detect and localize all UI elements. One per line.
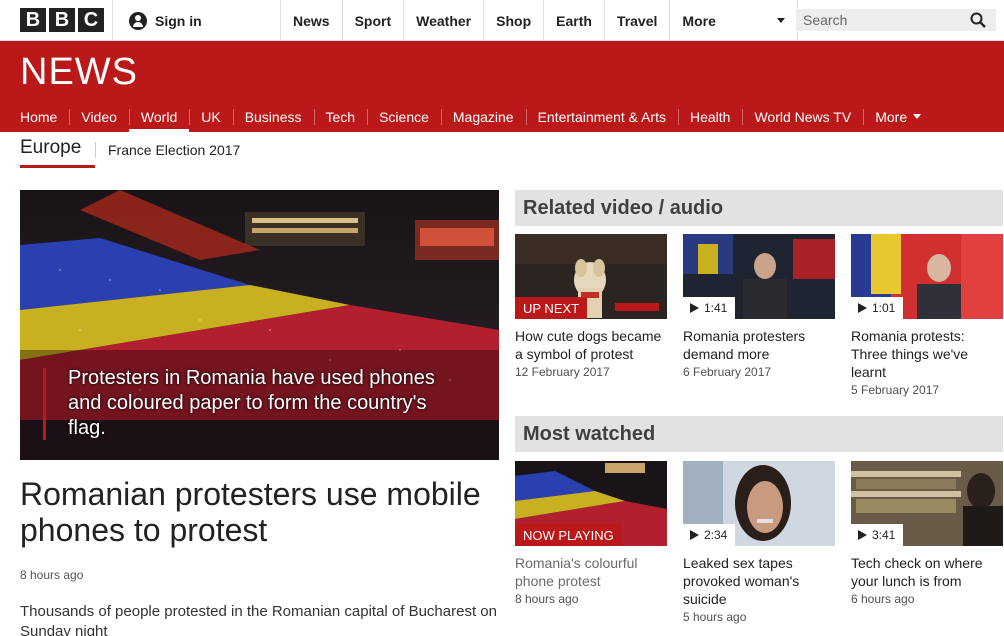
flags-thumbnail: 1:01: [851, 234, 1003, 319]
news-logo[interactable]: NEWS: [20, 51, 138, 94]
hero-caption: Protesters in Romania have used phones a…: [68, 367, 435, 439]
nav-health[interactable]: Health: [678, 101, 742, 132]
topnav-travel[interactable]: Travel: [605, 0, 671, 41]
sign-in-label: Sign in: [155, 12, 202, 29]
card-title[interactable]: Romania protests: Three things we've lea…: [851, 327, 1003, 381]
duration-badge: 1:01: [851, 297, 904, 319]
up-next-badge: UP NEXT: [515, 297, 588, 319]
nav-tech[interactable]: Tech: [313, 101, 368, 132]
caption-accent: [43, 368, 46, 440]
nav-science[interactable]: Science: [367, 101, 441, 132]
subsection-europe[interactable]: Europe: [20, 132, 95, 168]
topnav-more[interactable]: More: [670, 0, 799, 41]
story-timestamp: 8 hours ago: [20, 568, 84, 582]
topnav-weather[interactable]: Weather: [404, 0, 485, 41]
story-headline[interactable]: Romanian protesters use mobile phones to…: [20, 476, 499, 548]
most-watched-card[interactable]: 2:34 Leaked sex tapes provoked woman's s…: [683, 461, 835, 624]
card-date: 5 February 2017: [851, 383, 940, 397]
subsection-nav: Europe France Election 2017: [20, 132, 240, 168]
logo-letter: B: [49, 8, 75, 32]
nav-more[interactable]: More: [863, 101, 933, 132]
chevron-down-icon: [913, 114, 922, 119]
news-banner: NEWS Home Video World UK Business Tech S…: [0, 41, 1004, 132]
nav-video[interactable]: Video: [69, 101, 129, 132]
search-icon[interactable]: [970, 12, 986, 28]
nav-world[interactable]: World: [128, 101, 190, 132]
section-nav: Home Video World UK Business Tech Scienc…: [8, 101, 933, 132]
sign-in-link[interactable]: Sign in: [112, 0, 280, 41]
card-title[interactable]: Romania's colourful phone protest: [515, 554, 667, 590]
play-icon: [690, 303, 699, 313]
story-summary: Thousands of people protested in the Rom…: [20, 603, 497, 636]
topnav-shop[interactable]: Shop: [484, 0, 545, 41]
card-title[interactable]: Leaked sex tapes provoked woman's suicid…: [683, 554, 835, 608]
topnav-sport[interactable]: Sport: [343, 0, 405, 41]
dog-thumbnail: UP NEXT: [515, 234, 667, 319]
related-card[interactable]: 1:41 Romania protesters demand more 6 Fe…: [683, 234, 835, 379]
logo-letter: C: [78, 8, 104, 32]
shop-thumbnail: 3:41: [851, 461, 1003, 546]
card-date: 6 February 2017: [683, 365, 772, 379]
divider: [95, 142, 96, 158]
card-title[interactable]: Tech check on where your lunch is from: [851, 554, 1003, 590]
user-icon: [129, 11, 147, 30]
duration-label: 1:01: [872, 301, 896, 315]
most-watched-card[interactable]: NOW PLAYING Romania's colourful phone pr…: [515, 461, 667, 606]
hero-video[interactable]: Protesters in Romania have used phones a…: [20, 190, 499, 460]
topnav-earth[interactable]: Earth: [544, 0, 605, 41]
play-icon: [690, 530, 699, 540]
related-card[interactable]: UP NEXT How cute dogs became a symbol of…: [515, 234, 667, 379]
masthead: B B C Sign in News Sport Weather Shop Ea…: [0, 0, 1004, 41]
related-card[interactable]: 1:01 Romania protests: Three things we'v…: [851, 234, 1003, 397]
nav-business[interactable]: Business: [232, 101, 314, 132]
chevron-down-icon: [777, 18, 786, 23]
duration-label: 1:41: [704, 301, 728, 315]
search-input[interactable]: Search: [796, 9, 996, 31]
topnav-news[interactable]: News: [281, 0, 343, 41]
duration-badge: 3:41: [851, 524, 904, 546]
most-watched-heading: Most watched: [515, 416, 1003, 452]
nav-more-label: More: [875, 108, 908, 125]
card-date: 8 hours ago: [515, 592, 579, 606]
nav-world-news-tv[interactable]: World News TV: [742, 101, 863, 132]
duration-label: 3:41: [872, 528, 896, 542]
nav-magazine[interactable]: Magazine: [440, 101, 526, 132]
duration-label: 2:34: [704, 528, 728, 542]
play-icon: [858, 303, 867, 313]
now-playing-badge: NOW PLAYING: [515, 524, 622, 546]
bbc-logo[interactable]: B B C: [20, 8, 104, 32]
card-title[interactable]: How cute dogs became a symbol of protest: [515, 327, 667, 363]
topnav-more-label: More: [682, 12, 716, 29]
top-nav: News Sport Weather Shop Earth Travel Mor…: [280, 0, 799, 41]
play-icon: [858, 530, 867, 540]
crowd-thumbnail: NOW PLAYING: [515, 461, 667, 546]
card-date: 5 hours ago: [683, 610, 747, 624]
nav-uk[interactable]: UK: [189, 101, 232, 132]
nav-home[interactable]: Home: [8, 101, 69, 132]
card-date: 12 February 2017: [515, 365, 610, 379]
related-heading: Related video / audio: [515, 190, 1003, 226]
card-date: 6 hours ago: [851, 592, 915, 606]
nav-entertainment[interactable]: Entertainment & Arts: [525, 101, 678, 132]
card-title[interactable]: Romania protesters demand more: [683, 327, 835, 363]
duration-badge: 1:41: [683, 297, 736, 319]
protester-thumbnail: 1:41: [683, 234, 835, 319]
search-placeholder: Search: [803, 12, 848, 28]
subsection-france-election[interactable]: France Election 2017: [108, 142, 240, 158]
logo-letter: B: [20, 8, 46, 32]
duration-badge: 2:34: [683, 524, 736, 546]
most-watched-card[interactable]: 3:41 Tech check on where your lunch is f…: [851, 461, 1003, 606]
woman-thumbnail: 2:34: [683, 461, 835, 546]
